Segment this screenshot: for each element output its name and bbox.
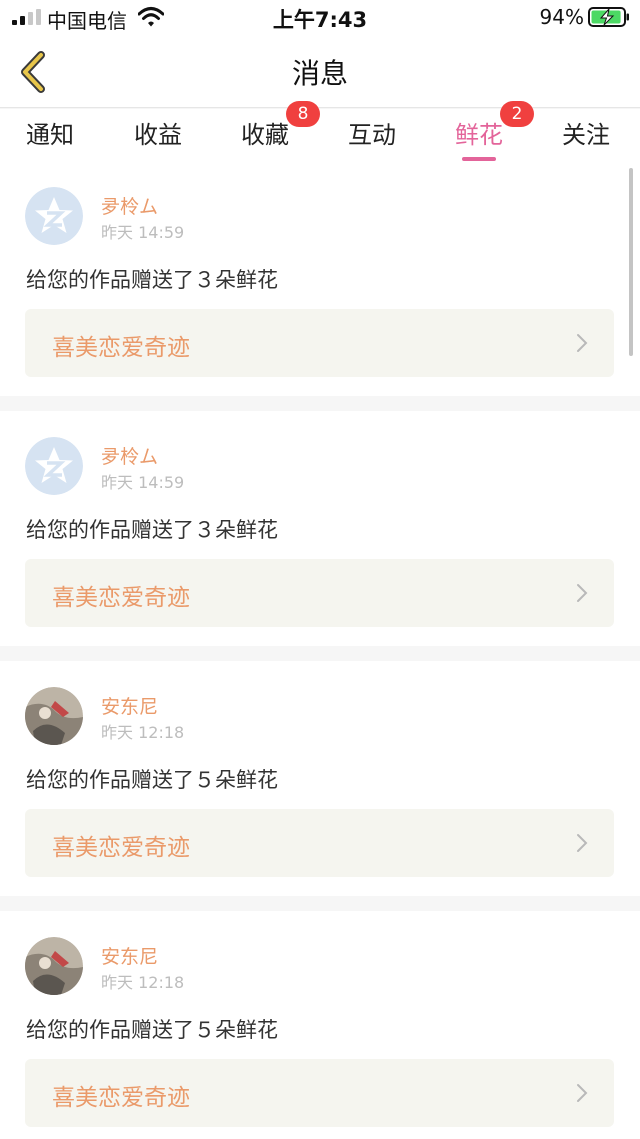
work-link[interactable]: 喜美恋爱奇迹 (25, 809, 614, 877)
page-title: 消息 (291, 57, 348, 90)
message-card: 夛柃ム 昨天 14:59 给您的作品赠送了３朵鲜花 喜美恋爱奇迹 (0, 161, 640, 396)
message-time: 昨天 12:18 (101, 723, 185, 742)
battery-charging-icon (588, 7, 629, 27)
battery-percentage: 94% (539, 5, 584, 29)
message-text: 给您的作品赠送了３朵鲜花 (26, 518, 278, 542)
tab-label: 收益 (134, 121, 182, 149)
message-card: 夛柃ム 昨天 14:59 给您的作品赠送了３朵鲜花 喜美恋爱奇迹 (0, 411, 640, 646)
message-time: 昨天 14:59 (101, 223, 185, 242)
tab-bar: 通知 收益 收藏 8 互动 鲜花 2 关注 (0, 101, 640, 161)
avatar[interactable] (25, 937, 83, 995)
scrollbar-thumb[interactable] (629, 168, 633, 356)
message-text: 给您的作品赠送了５朵鲜花 (26, 1018, 278, 1042)
work-title: 喜美恋爱奇迹 (52, 585, 190, 611)
sender-name[interactable]: 夛柃ム (101, 192, 158, 219)
tab-interactions[interactable]: 互动 (348, 115, 396, 155)
sender-name[interactable]: 安东尼 (101, 942, 158, 969)
avatar[interactable] (25, 437, 83, 495)
status-bar: 中国电信 上午7:43 94% (0, 0, 640, 36)
message-feed[interactable]: 夛柃ム 昨天 14:59 给您的作品赠送了３朵鲜花 喜美恋爱奇迹 夛柃ム 昨天 … (0, 161, 640, 1139)
sender-name[interactable]: 夛柃ム (101, 442, 158, 469)
work-title: 喜美恋爱奇迹 (52, 1085, 190, 1111)
chevron-right-icon (577, 834, 588, 852)
work-title: 喜美恋爱奇迹 (52, 335, 190, 361)
default-avatar-icon (25, 187, 83, 245)
tab-label: 收藏 (241, 121, 289, 149)
tab-label: 通知 (26, 121, 74, 149)
default-avatar-icon (25, 437, 83, 495)
tab-favorites[interactable]: 收藏 8 (241, 101, 320, 155)
tab-following[interactable]: 关注 (562, 115, 610, 155)
photo-avatar-icon (25, 937, 83, 995)
work-link[interactable]: 喜美恋爱奇迹 (25, 309, 614, 377)
unread-badge: 2 (500, 101, 534, 127)
avatar[interactable] (25, 687, 83, 745)
message-card: 安东尼 昨天 12:18 给您的作品赠送了５朵鲜花 喜美恋爱奇迹 (0, 661, 640, 896)
chevron-right-icon (577, 1084, 588, 1102)
message-text: 给您的作品赠送了３朵鲜花 (26, 268, 278, 292)
tab-label: 鲜花 (455, 121, 503, 149)
tab-flowers[interactable]: 鲜花 2 (455, 101, 534, 161)
avatar[interactable] (25, 187, 83, 245)
tab-label: 互动 (348, 121, 396, 149)
tab-notifications[interactable]: 通知 (26, 115, 74, 155)
work-link[interactable]: 喜美恋爱奇迹 (25, 559, 614, 627)
message-text: 给您的作品赠送了５朵鲜花 (26, 768, 278, 792)
chevron-right-icon (577, 584, 588, 602)
chevron-right-icon (577, 334, 588, 352)
work-title: 喜美恋爱奇迹 (52, 835, 190, 861)
message-time: 昨天 12:18 (101, 973, 185, 992)
photo-avatar-icon (25, 687, 83, 745)
sender-name[interactable]: 安东尼 (101, 692, 158, 719)
message-card: 安东尼 昨天 12:18 给您的作品赠送了５朵鲜花 喜美恋爱奇迹 (0, 911, 640, 1139)
tab-label: 关注 (562, 121, 610, 149)
message-time: 昨天 14:59 (101, 473, 185, 492)
work-link[interactable]: 喜美恋爱奇迹 (25, 1059, 614, 1127)
unread-badge: 8 (286, 101, 320, 127)
header: 消息 (0, 36, 640, 108)
tab-earnings[interactable]: 收益 (134, 115, 182, 155)
